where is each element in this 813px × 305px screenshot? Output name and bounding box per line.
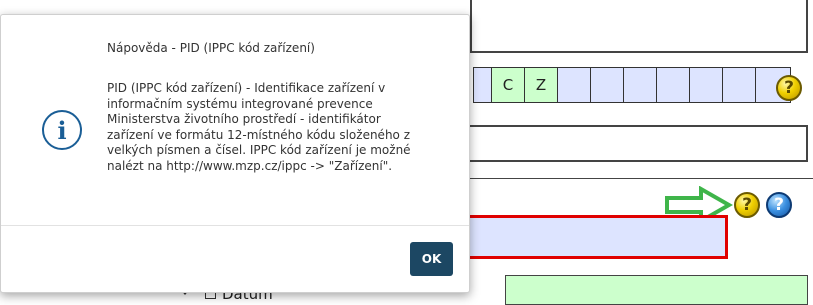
dialog-divider	[1, 225, 469, 226]
info-icon: i	[42, 110, 82, 150]
pid-code-cell[interactable]	[558, 68, 591, 102]
pid-code-cell[interactable]	[657, 68, 690, 102]
pid-code-cell[interactable]	[690, 68, 723, 102]
pid-code-cell[interactable]: C	[492, 68, 525, 102]
pid-code-cell[interactable]	[591, 68, 624, 102]
pid-code-cell[interactable]	[474, 68, 492, 102]
pid-code-input[interactable]: C Z	[473, 67, 791, 103]
field-border	[470, 0, 472, 52]
field-border	[470, 51, 807, 53]
pid-code-cell[interactable]	[624, 68, 657, 102]
dialog-message: PID (IPPC kód zařízení) - Identifikace z…	[107, 81, 411, 173]
pid-code-cell[interactable]	[723, 68, 756, 102]
info-help-icon[interactable]: ?	[766, 192, 792, 218]
dialog-title: Nápověda - PID (IPPC kód zařízení)	[107, 41, 315, 55]
text-field[interactable]	[466, 125, 808, 162]
divider	[470, 178, 813, 179]
help-dialog: i Nápověda - PID (IPPC kód zařízení) PID…	[0, 14, 470, 293]
pid-input-highlighted[interactable]	[462, 215, 728, 259]
field-border	[806, 0, 808, 53]
ok-button[interactable]: OK	[410, 242, 453, 276]
help-icon[interactable]: ?	[734, 192, 760, 218]
pid-code-cell[interactable]: Z	[525, 68, 558, 102]
help-icon[interactable]: ?	[776, 75, 802, 101]
